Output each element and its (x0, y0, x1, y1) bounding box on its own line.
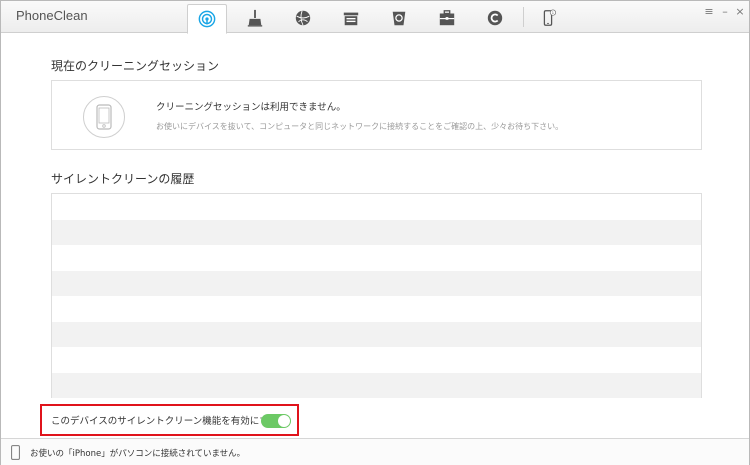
history-row (52, 270, 701, 296)
silent-clean-toggle[interactable] (261, 414, 291, 428)
silent-clean-setting: このデバイスのサイレントクリーン機能を有効にする (40, 404, 299, 436)
connection-status: お使いの「iPhone」がパソコンに接続されていません。 (30, 449, 246, 459)
history-row (52, 194, 701, 220)
session-hint: お使いにデバイスを抜いて、コンピュータと同じネットワークに接続することをご確認の… (156, 122, 564, 131)
device-circle (83, 96, 125, 138)
app-title: PhoneClean (16, 8, 88, 23)
app-window: PhoneClean 1 ≡ – × 現在のクリーニングセッション クリーニング… (0, 0, 750, 465)
history-list (51, 193, 702, 398)
tab-internet-clean[interactable] (283, 4, 323, 32)
system-clean-icon (392, 11, 406, 26)
tab-premium[interactable] (475, 4, 515, 32)
premium-icon (487, 10, 503, 26)
device-badge: 1 (552, 11, 554, 15)
menu-icon[interactable]: ≡ (703, 5, 715, 18)
history-row (52, 321, 701, 347)
history-row (52, 347, 701, 373)
history-row (52, 219, 701, 245)
history-row (52, 372, 701, 398)
internet-clean-icon (295, 10, 311, 26)
silent-clean-toggle-label: このデバイスのサイレントクリーン機能を有効にする (51, 416, 279, 427)
iphone-icon (96, 104, 112, 130)
phone-status-icon (11, 445, 20, 460)
toolbar: PhoneClean 1 ≡ – × (1, 1, 749, 34)
toolbar-divider (523, 7, 524, 27)
tab-silent-clean[interactable] (187, 4, 227, 34)
device-button[interactable]: 1 (528, 4, 568, 32)
session-status-message: クリーニングセッションは利用できません。 (156, 102, 346, 113)
history-row (52, 296, 701, 322)
tab-system-clean[interactable] (379, 4, 419, 32)
phone-icon: 1 (543, 9, 557, 26)
session-panel: クリーニングセッションは利用できません。 お使いにデバイスを抜いて、コンピュータ… (51, 80, 702, 150)
toggle-knob (278, 415, 290, 427)
history-row (52, 245, 701, 271)
toolbox-icon (439, 10, 455, 26)
close-button[interactable]: × (734, 5, 746, 18)
silent-clean-icon (198, 10, 216, 28)
minimize-button[interactable]: – (719, 5, 731, 18)
session-heading: 現在のクリーニングセッション (51, 59, 220, 73)
history-heading: サイレントクリーンの履歴 (51, 172, 195, 186)
quick-clean-icon (247, 9, 263, 27)
tab-toolbox[interactable] (427, 4, 467, 32)
tab-privacy-clean[interactable] (331, 4, 371, 32)
tab-quick-clean[interactable] (235, 4, 275, 32)
status-bar: お使いの「iPhone」がパソコンに接続されていません。 (1, 438, 749, 465)
privacy-clean-icon (343, 12, 359, 26)
